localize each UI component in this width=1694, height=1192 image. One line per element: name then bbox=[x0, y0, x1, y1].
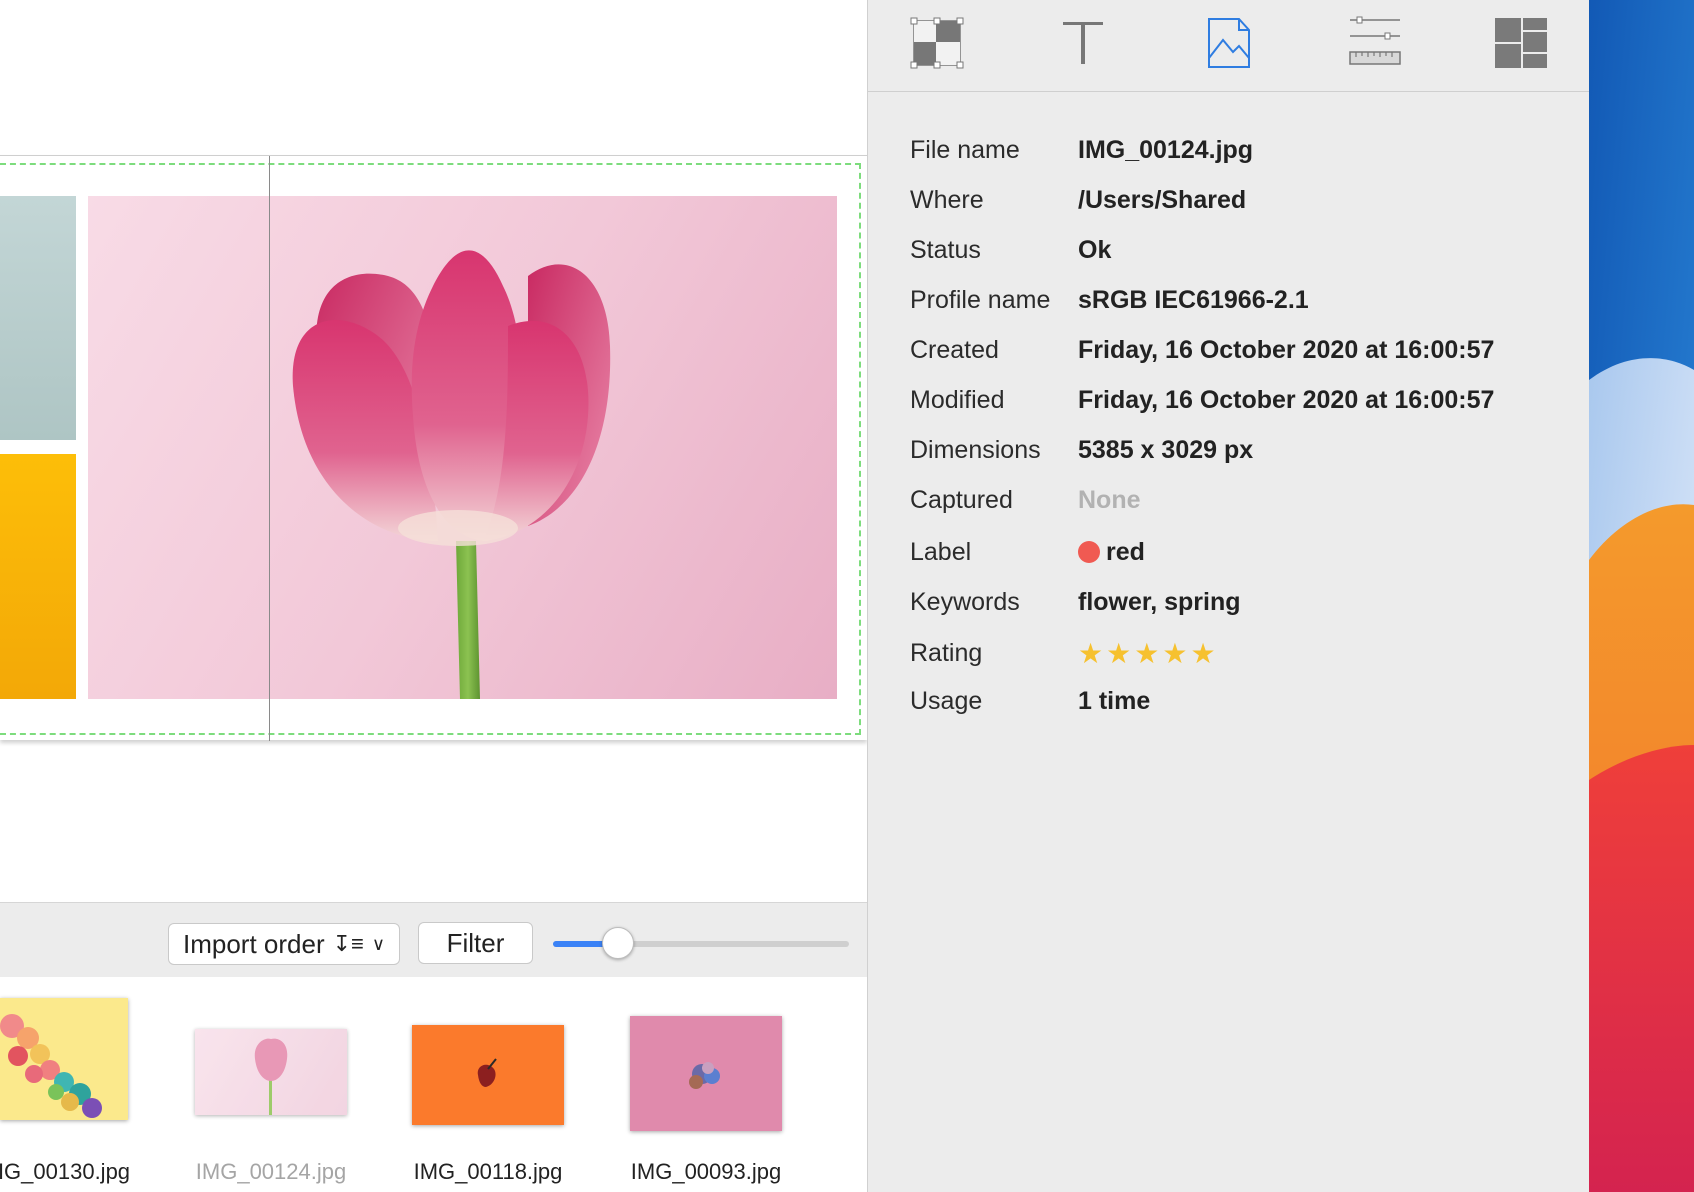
thumbnail-item[interactable]: IMG_00093.jpg bbox=[595, 977, 815, 1192]
info-key: Dimensions bbox=[910, 435, 1041, 464]
filter-button[interactable]: Filter bbox=[418, 922, 533, 964]
info-row-dimensions: Dimensions 5385 x 3029 px bbox=[910, 430, 1560, 470]
thumbnail-size-slider[interactable] bbox=[553, 927, 849, 959]
info-value: Ok bbox=[1078, 235, 1112, 264]
star-icon[interactable]: ★ bbox=[1162, 637, 1188, 670]
color-label[interactable]: red bbox=[1078, 538, 1145, 567]
info-row-modified: Modified Friday, 16 October 2020 at 16:0… bbox=[910, 380, 1560, 420]
slider-knob[interactable] bbox=[602, 927, 635, 959]
layout-frame-icon[interactable] bbox=[909, 16, 965, 70]
sort-order-button[interactable]: Import order ↧≡ ∨ bbox=[168, 923, 400, 965]
thumbnail-label: IG_00130.jpg bbox=[0, 1159, 131, 1184]
thumbnail-image[interactable] bbox=[0, 998, 128, 1120]
info-key: Created bbox=[910, 335, 999, 364]
inspector-panel: File name IMG_00124.jpg Where /Users/Sha… bbox=[867, 0, 1590, 1192]
photo-frame-yellow[interactable] bbox=[0, 454, 76, 699]
info-row-where: Where /Users/Shared bbox=[910, 180, 1560, 220]
info-row-captured: Captured None bbox=[910, 480, 1560, 520]
thumbnail-item[interactable]: IMG_00124.jpg bbox=[160, 977, 380, 1192]
info-value: 5385 x 3029 px bbox=[1078, 435, 1254, 464]
info-value: /Users/Shared bbox=[1078, 185, 1247, 214]
rating-stars[interactable]: ★ ★ ★ ★ ★ bbox=[1078, 637, 1219, 670]
info-key: Label bbox=[910, 537, 972, 566]
info-key: File name bbox=[910, 135, 1020, 164]
inspector-tab-bar bbox=[868, 0, 1590, 92]
star-icon[interactable]: ★ bbox=[1190, 637, 1216, 670]
thumbnail-image[interactable] bbox=[195, 1029, 347, 1115]
star-icon[interactable]: ★ bbox=[1134, 637, 1160, 670]
info-key: Status bbox=[910, 235, 981, 264]
info-value: Friday, 16 October 2020 at 16:00:57 bbox=[1078, 385, 1495, 414]
thumbnail-label: IMG_00118.jpg bbox=[413, 1159, 563, 1184]
photo-icon[interactable] bbox=[1201, 16, 1257, 70]
info-row-file-name: File name IMG_00124.jpg bbox=[910, 130, 1560, 170]
label-name: red bbox=[1106, 537, 1145, 566]
info-row-usage: Usage 1 time bbox=[910, 681, 1560, 721]
info-value: None bbox=[1078, 485, 1141, 514]
info-row-keywords: Keywords flower, spring bbox=[910, 582, 1560, 622]
info-key: Modified bbox=[910, 385, 1005, 414]
thumbnail-image[interactable] bbox=[412, 1025, 564, 1125]
photo-browser-toolbar: Import order ↧≡ ∨ Filter bbox=[0, 902, 867, 977]
star-icon[interactable]: ★ bbox=[1106, 637, 1132, 670]
info-value: flower, spring bbox=[1078, 587, 1241, 616]
info-value: 1 time bbox=[1078, 686, 1151, 715]
info-value: IMG_00124.jpg bbox=[1078, 135, 1254, 164]
sliders-ruler-icon[interactable] bbox=[1347, 16, 1403, 70]
info-key: Where bbox=[910, 185, 984, 214]
info-row-rating: Rating ★ ★ ★ ★ ★ bbox=[910, 633, 1560, 673]
thumbnail-item[interactable]: IG_00130.jpg bbox=[0, 977, 140, 1192]
text-icon[interactable] bbox=[1055, 16, 1111, 70]
filter-label: Filter bbox=[446, 927, 505, 958]
info-value: sRGB IEC61966-2.1 bbox=[1078, 285, 1309, 314]
info-row-profile-name: Profile name sRGB IEC61966-2.1 bbox=[910, 280, 1560, 320]
sort-order-label: Import order bbox=[183, 928, 325, 959]
info-row-created: Created Friday, 16 October 2020 at 16:00… bbox=[910, 330, 1560, 370]
tulip-photo bbox=[292, 250, 611, 699]
thumbnail-image[interactable] bbox=[630, 1016, 782, 1131]
desktop-wallpaper bbox=[1589, 0, 1694, 1192]
page-fold-line bbox=[269, 156, 270, 741]
info-row-status: Status Ok bbox=[910, 230, 1560, 270]
info-row-label: Label red bbox=[910, 532, 1560, 572]
page-spread[interactable] bbox=[0, 155, 867, 741]
info-key: Captured bbox=[910, 485, 1013, 514]
thumbnail-label: IMG_00093.jpg bbox=[630, 1159, 782, 1184]
info-key: Usage bbox=[910, 686, 983, 715]
grid-layout-icon[interactable] bbox=[1493, 16, 1549, 70]
label-color-dot bbox=[1078, 541, 1100, 563]
thumbnail-item[interactable]: IMG_00118.jpg bbox=[377, 977, 597, 1192]
info-value: Friday, 16 October 2020 at 16:00:57 bbox=[1078, 335, 1495, 364]
thumbnail-strip: IG_00130.jpg IMG_00124.jpg IMG_00118.jpg bbox=[0, 977, 867, 1192]
photo-frame-tulip[interactable] bbox=[88, 196, 837, 699]
info-key: Keywords bbox=[910, 587, 1020, 616]
thumbnail-label: IMG_00124.jpg bbox=[195, 1159, 347, 1184]
layout-canvas[interactable] bbox=[0, 0, 867, 902]
star-icon[interactable]: ★ bbox=[1078, 637, 1104, 670]
photo-frame-teal[interactable] bbox=[0, 196, 76, 440]
info-key: Profile name bbox=[910, 285, 1051, 314]
chevron-down-icon: ∨ bbox=[371, 933, 386, 954]
info-key: Rating bbox=[910, 638, 983, 667]
sort-order-icon: ↧≡ bbox=[332, 931, 364, 956]
